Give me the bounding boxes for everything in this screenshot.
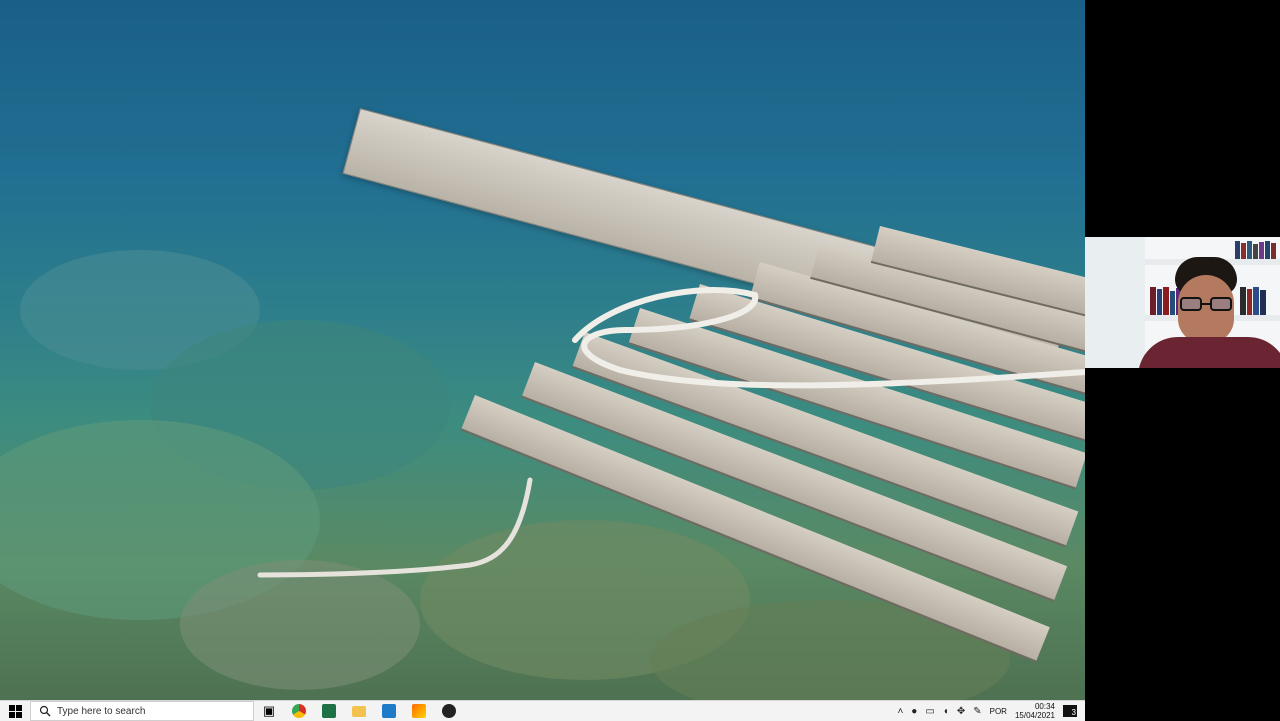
excel-button[interactable]	[314, 701, 344, 721]
windows-start-icon	[8, 704, 22, 718]
search-box[interactable]: Type here to search	[30, 701, 254, 721]
clock[interactable]: 00:34 15/04/2021	[1015, 702, 1055, 720]
shared-screen-photo	[0, 0, 1085, 700]
presenter-shirt	[1138, 337, 1280, 368]
task-view-icon: ▣	[262, 703, 276, 718]
task-view-button[interactable]: ▣	[254, 701, 284, 721]
obs-icon	[442, 704, 456, 718]
notification-count: 3	[1071, 708, 1076, 717]
clock-date: 15/04/2021	[1014, 711, 1055, 720]
chrome-button[interactable]	[284, 701, 314, 721]
clock-time: 00:34	[1034, 702, 1055, 711]
presenter-glasses	[1180, 297, 1232, 311]
notification-center-button[interactable]: 3	[1063, 705, 1077, 717]
volume-icon[interactable]: ◖	[943, 706, 949, 717]
presenter-person	[1130, 257, 1280, 368]
paint-icon	[412, 704, 426, 718]
start-button[interactable]	[0, 701, 30, 721]
chrome-icon	[292, 704, 306, 718]
display-icon[interactable]: ▭	[925, 706, 934, 717]
books-top-row	[1235, 239, 1280, 259]
dropbox-icon[interactable]: ✥	[957, 706, 965, 717]
excel-icon	[322, 704, 336, 718]
pen-icon[interactable]: ✎	[973, 706, 981, 717]
chevron-up-icon[interactable]: ˄	[897, 706, 903, 717]
file-explorer-icon	[352, 705, 366, 717]
webcam-overlay	[1085, 237, 1280, 368]
windows-taskbar: Type here to search ▣ ˄ ● ▭ ◖ ✥ ✎ POR 00…	[0, 700, 1085, 721]
search-icon	[39, 705, 51, 717]
paint-button[interactable]	[404, 701, 434, 721]
language-indicator[interactable]: POR	[990, 707, 1007, 716]
obs-button[interactable]	[434, 701, 464, 721]
vscode-icon	[382, 704, 396, 718]
microphone-icon[interactable]: ●	[911, 706, 917, 717]
search-placeholder: Type here to search	[57, 705, 146, 717]
vscode-button[interactable]	[374, 701, 404, 721]
rope	[257, 287, 1085, 578]
system-tray: ˄ ● ▭ ◖ ✥ ✎ POR 00:34 15/04/2021 3	[897, 701, 1085, 721]
file-explorer-button[interactable]	[344, 701, 374, 721]
